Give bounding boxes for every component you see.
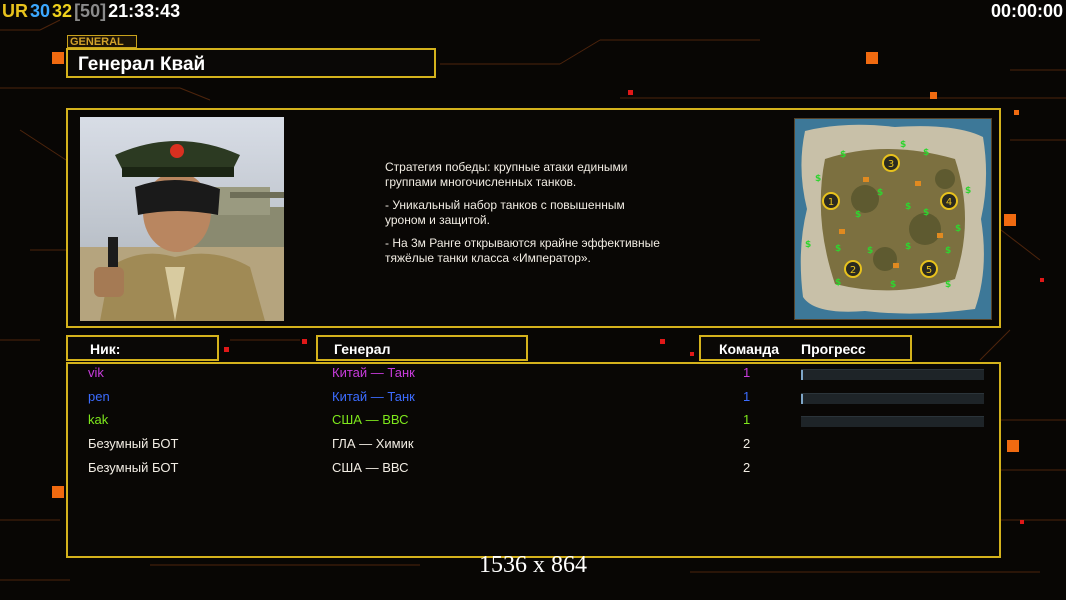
ur-label: UR	[2, 1, 28, 21]
header-nick: Ник:	[66, 335, 219, 361]
hud-stats: UR 30 32 [50] 21:33:43	[2, 1, 182, 22]
header-progress-label: Прогресс	[801, 341, 866, 357]
player-nick: Безумный БОТ	[88, 460, 179, 475]
player-row[interactable]: Безумный БОТ США — ВВС 2	[0, 460, 1066, 482]
hud-clock: 21:33:43	[108, 1, 181, 21]
header-general-label: Генерал	[334, 341, 391, 357]
hud-val1: 30	[30, 1, 51, 21]
minimap: $ $ $ $ $ $ $ $ $ $ $ $ $ $ $ $ $ $ 1 2 3 4 5	[794, 118, 992, 320]
svg-text:$: $	[867, 246, 873, 256]
player-nick: Безумный БОТ	[88, 436, 179, 451]
player-progress-bar	[801, 416, 984, 427]
player-team: 2	[743, 436, 751, 451]
svg-text:$: $	[805, 240, 811, 250]
player-row[interactable]: Безумный БОТ ГЛА — Химик 2	[0, 436, 1066, 458]
start-pos-5: 5	[926, 265, 932, 276]
svg-text:$: $	[905, 242, 911, 252]
description-line-2: - Уникальный набор танков с повышенным у…	[385, 198, 625, 227]
start-pos-4: 4	[946, 197, 952, 208]
general-portrait	[80, 117, 284, 321]
header-nick-label: Ник:	[90, 341, 121, 357]
hud-val2: 32	[52, 1, 73, 21]
svg-text:$: $	[923, 208, 929, 218]
general-title-box: Генерал Квай	[66, 48, 436, 78]
header-team-progress: Команда Прогресс	[699, 335, 912, 361]
resolution-label: 1536 x 864	[479, 552, 587, 578]
svg-text:$: $	[815, 174, 821, 184]
svg-text:$: $	[905, 202, 911, 212]
svg-text:$: $	[835, 244, 841, 254]
svg-text:$: $	[945, 246, 951, 256]
svg-text:$: $	[890, 280, 896, 290]
svg-text:$: $	[855, 210, 861, 220]
svg-text:$: $	[923, 148, 929, 158]
player-row[interactable]: pen Китай — Танк 1	[0, 389, 1066, 411]
start-pos-3: 3	[888, 159, 894, 170]
player-progress-fill	[801, 370, 803, 380]
player-general: США — ВВС	[332, 412, 409, 427]
start-pos-1: 1	[828, 197, 834, 208]
hud-val3: [50]	[74, 1, 107, 21]
strategy-description: Стратегия победы: крупные атаки едиными …	[385, 160, 785, 274]
general-tag: GENERAL	[67, 35, 137, 48]
player-row[interactable]: kak США — ВВС 1	[0, 412, 1066, 434]
player-team: 1	[743, 389, 751, 404]
svg-text:$: $	[835, 278, 841, 288]
player-row[interactable]: vik Китай — Танк 1	[0, 365, 1066, 387]
svg-text:$: $	[945, 280, 951, 290]
start-pos-2: 2	[850, 265, 856, 276]
general-name: Генерал Квай	[78, 54, 206, 75]
svg-text:$: $	[840, 150, 846, 160]
player-general: США — ВВС	[332, 460, 409, 475]
player-general: Китай — Танк	[332, 389, 415, 404]
svg-text:$: $	[965, 186, 971, 196]
player-progress-bar	[801, 369, 984, 380]
player-general: ГЛА — Химик	[332, 436, 414, 451]
description-line-1: Стратегия победы: крупные атаки едиными …	[385, 160, 628, 189]
description-line-3: - На 3м Ранге открываются крайне эффекти…	[385, 236, 660, 265]
player-general: Китай — Танк	[332, 365, 415, 380]
svg-text:$: $	[877, 188, 883, 198]
svg-text:$: $	[955, 224, 961, 234]
header-general: Генерал	[316, 335, 528, 361]
hud-timer: 00:00:00	[990, 1, 1063, 21]
header-team-label: Команда	[719, 341, 779, 357]
player-nick: kak	[88, 412, 109, 427]
svg-text:$: $	[900, 140, 906, 150]
player-progress-bar	[801, 393, 984, 404]
player-progress-fill	[801, 394, 803, 404]
player-nick: vik	[88, 365, 104, 380]
player-team: 1	[743, 412, 751, 427]
player-nick: pen	[88, 389, 110, 404]
player-team: 1	[743, 365, 751, 380]
player-team: 2	[743, 460, 751, 475]
